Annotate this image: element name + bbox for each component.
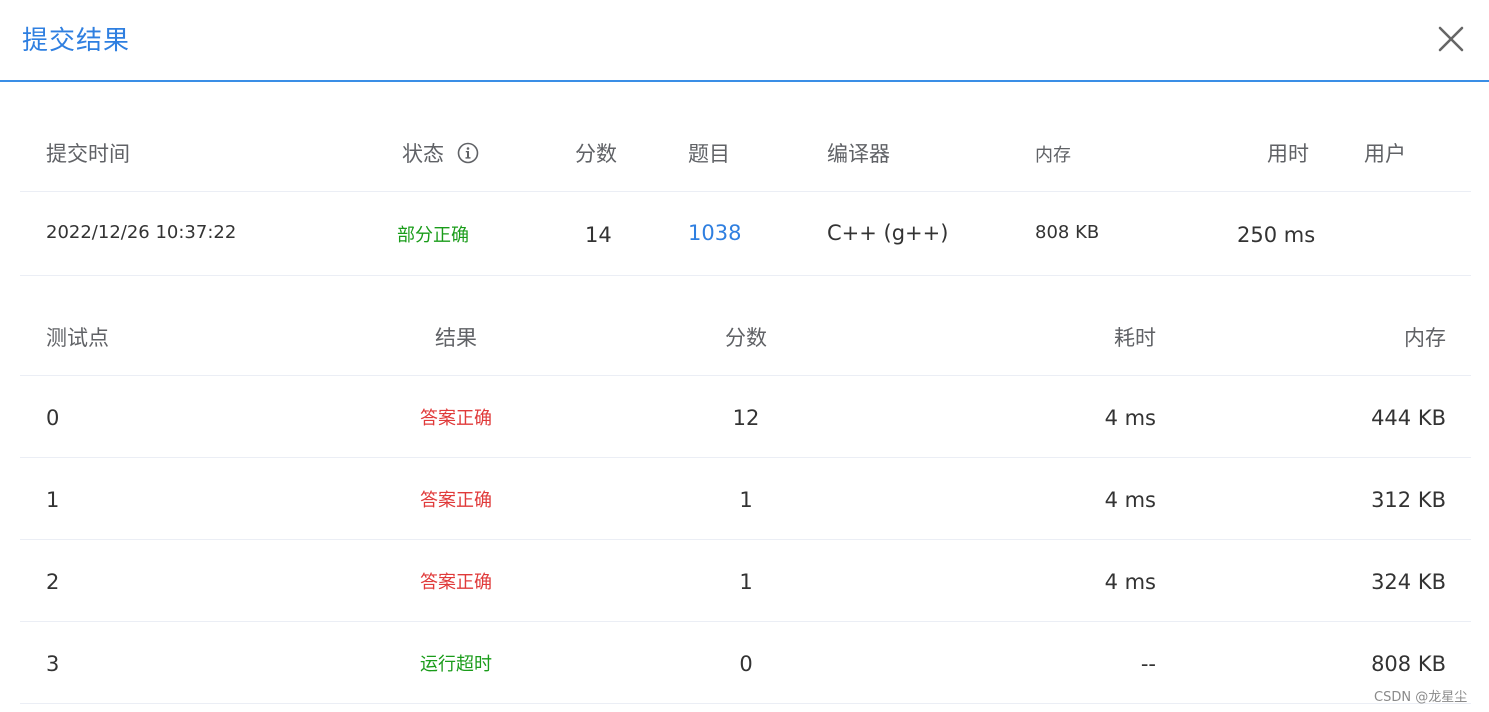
col-header-tc-score: 分数 bbox=[725, 326, 767, 350]
case-result: 运行超时 bbox=[420, 654, 492, 675]
col-header-compiler: 编译器 bbox=[827, 142, 890, 166]
close-button[interactable] bbox=[1436, 24, 1466, 54]
submission-result-dialog: 提交结果 提交时间 状态 分数 题目 编译器 内存 用时 用户 2022/12/… bbox=[0, 0, 1489, 712]
case-score: 1 bbox=[739, 488, 753, 512]
case-score: 0 bbox=[739, 652, 753, 676]
problem-link[interactable]: 1038 bbox=[688, 221, 741, 245]
col-header-problem: 题目 bbox=[688, 142, 730, 166]
table-row: 2 答案正确 1 4 ms 324 KB bbox=[20, 540, 1471, 622]
case-result: 答案正确 bbox=[420, 572, 492, 593]
col-header-result: 结果 bbox=[435, 326, 477, 350]
col-header-user: 用户 bbox=[1364, 142, 1406, 166]
col-header-case: 测试点 bbox=[46, 326, 109, 350]
memory-value: 808 KB bbox=[1035, 222, 1100, 243]
col-header-tc-memory: 内存 bbox=[1404, 326, 1446, 350]
watermark: CSDN @龙星尘 bbox=[1374, 690, 1468, 705]
dialog-header: 提交结果 bbox=[0, 0, 1489, 82]
compiler-value: C++ (g++) bbox=[827, 221, 949, 245]
status-value: 部分正确 bbox=[397, 225, 469, 246]
case-result: 答案正确 bbox=[420, 490, 492, 511]
testcase-header-row: 测试点 结果 分数 耗时 内存 bbox=[20, 276, 1471, 376]
case-id: 0 bbox=[46, 406, 60, 430]
case-memory: 808 KB bbox=[1371, 652, 1446, 676]
time-value: 250 ms bbox=[1237, 223, 1316, 247]
table-row: 3 运行超时 0 -- 808 KB bbox=[20, 622, 1471, 704]
case-time: -- bbox=[1140, 652, 1156, 676]
case-memory: 312 KB bbox=[1371, 488, 1446, 512]
col-header-status-label: 状态 bbox=[402, 142, 444, 166]
table-row: 1 答案正确 1 4 ms 312 KB bbox=[20, 458, 1471, 540]
col-header-score: 分数 bbox=[575, 142, 617, 166]
summary-data-row: 2022/12/26 10:37:22 部分正确 14 1038 C++ (g+… bbox=[20, 192, 1471, 276]
case-time: 4 ms bbox=[1104, 488, 1156, 512]
col-header-memory: 内存 bbox=[1035, 145, 1071, 166]
case-memory: 444 KB bbox=[1371, 406, 1446, 430]
score-value: 14 bbox=[585, 223, 612, 247]
case-id: 1 bbox=[46, 488, 60, 512]
col-header-time: 用时 bbox=[1267, 142, 1309, 166]
case-score: 12 bbox=[732, 406, 760, 430]
submit-time-value: 2022/12/26 10:37:22 bbox=[46, 222, 237, 243]
case-score: 1 bbox=[739, 570, 753, 594]
table-row: 0 答案正确 12 4 ms 444 KB bbox=[20, 376, 1471, 458]
case-time: 4 ms bbox=[1104, 570, 1156, 594]
col-header-submit-time: 提交时间 bbox=[46, 142, 130, 166]
info-circle-icon[interactable] bbox=[457, 142, 479, 164]
case-time: 4 ms bbox=[1104, 406, 1156, 430]
col-header-tc-time: 耗时 bbox=[1114, 326, 1156, 350]
case-memory: 324 KB bbox=[1371, 570, 1446, 594]
dialog-title: 提交结果 bbox=[22, 26, 131, 56]
col-header-status: 状态 bbox=[402, 138, 479, 168]
case-id: 2 bbox=[46, 570, 60, 594]
summary-header-row: 提交时间 状态 分数 题目 编译器 内存 用时 用户 bbox=[20, 110, 1471, 192]
case-result: 答案正确 bbox=[420, 408, 492, 429]
close-icon bbox=[1438, 26, 1464, 52]
case-id: 3 bbox=[46, 652, 60, 676]
